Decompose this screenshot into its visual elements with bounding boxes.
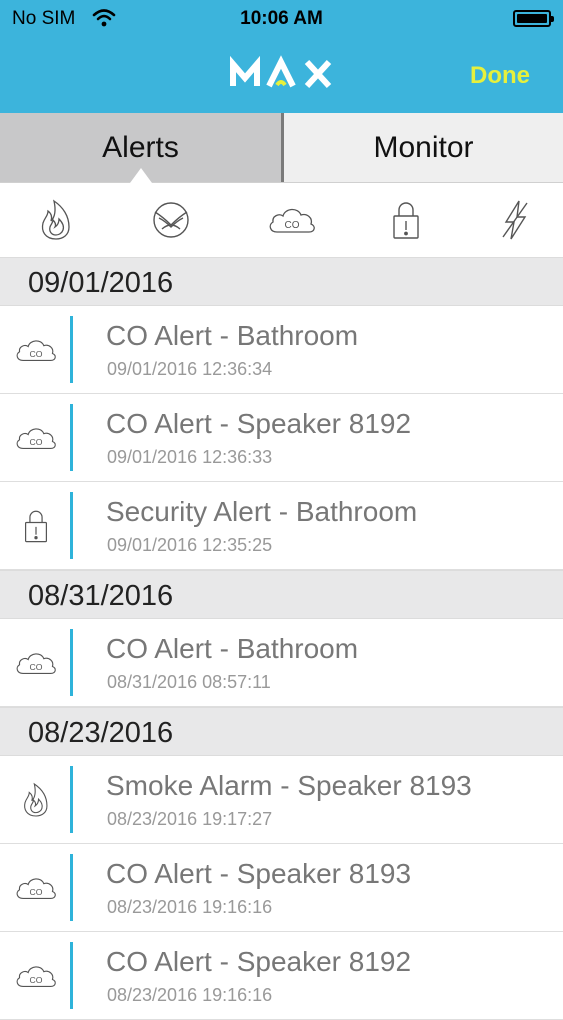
alert-row[interactable]: CO CO Alert - Speaker 8192 09/01/2016 12… <box>0 394 563 482</box>
date-header: 09/01/2016 <box>0 257 563 306</box>
alert-title: CO Alert - Bathroom <box>106 633 359 664</box>
power-icon[interactable] <box>485 183 545 257</box>
date-header-label: 08/23/2016 <box>28 717 174 749</box>
alert-row[interactable]: Security Alert - Bathroom 09/01/2016 12:… <box>0 482 563 570</box>
flood-icon[interactable] <box>141 183 201 257</box>
alert-timestamp: 09/01/2016 12:36:33 <box>107 447 273 467</box>
alert-filter-bar: CO <box>0 183 563 257</box>
alert-row[interactable]: Smoke Alarm - Speaker 8193 08/23/2016 19… <box>0 756 563 844</box>
max-logo <box>230 55 332 89</box>
alert-title: Security Alert - Bathroom <box>106 496 418 527</box>
alert-row[interactable]: CO CO Alert - Speaker 8192 08/23/2016 19… <box>0 932 563 1020</box>
segmented-control: Alerts Monitor <box>0 113 563 183</box>
battery-icon <box>513 10 554 27</box>
alert-accent-bar <box>70 854 73 921</box>
co-icon: CO <box>13 868 59 908</box>
done-button[interactable]: Done <box>470 62 530 90</box>
co-icon: CO <box>13 418 59 458</box>
security-icon[interactable] <box>376 183 436 257</box>
svg-text:CO: CO <box>30 975 43 985</box>
selected-tab-caret <box>130 168 152 183</box>
smoke-icon[interactable] <box>26 183 86 257</box>
alert-accent-bar <box>70 766 73 833</box>
date-header: 08/31/2016 <box>0 570 563 619</box>
alert-title: Smoke Alarm - Speaker 8193 <box>106 770 472 801</box>
alert-timestamp: 09/01/2016 12:36:34 <box>107 359 273 379</box>
co-icon: CO <box>13 956 59 996</box>
tab-monitor[interactable]: Monitor <box>284 113 563 182</box>
alert-timestamp: 08/31/2016 08:57:11 <box>107 672 271 692</box>
date-header: 08/23/2016 <box>0 707 563 756</box>
status-time: 10:06 AM <box>240 8 323 29</box>
smoke-icon <box>13 780 59 820</box>
alert-timestamp: 09/01/2016 12:35:25 <box>107 535 273 555</box>
alert-accent-bar <box>70 492 73 559</box>
svg-text:CO: CO <box>30 662 43 672</box>
alert-row[interactable]: CO CO Alert - Bathroom 09/01/2016 12:36:… <box>0 306 563 394</box>
co-icon[interactable]: CO <box>262 183 322 257</box>
security-icon <box>13 506 59 546</box>
co-icon: CO <box>13 643 59 683</box>
co-icon: CO <box>13 330 59 370</box>
date-header-label: 08/31/2016 <box>28 580 174 612</box>
status-bar: No SIM 10:06 AM <box>0 0 563 38</box>
svg-text:CO: CO <box>30 437 43 447</box>
svg-text:CO: CO <box>285 220 300 231</box>
alert-title: CO Alert - Speaker 8192 <box>106 408 412 439</box>
alert-accent-bar <box>70 942 73 1009</box>
alert-row[interactable]: CO CO Alert - Bathroom 08/31/2016 08:57:… <box>0 619 563 707</box>
svg-text:CO: CO <box>30 349 43 359</box>
app-header: No SIM 10:06 AM Done <box>0 0 563 113</box>
alert-accent-bar <box>70 629 73 696</box>
alert-accent-bar <box>70 404 73 471</box>
date-header-label: 09/01/2016 <box>28 267 174 299</box>
alert-title: CO Alert - Bathroom <box>106 320 359 351</box>
alert-title: CO Alert - Speaker 8193 <box>106 858 412 889</box>
alert-timestamp: 08/23/2016 19:16:16 <box>107 985 273 1005</box>
alert-timestamp: 08/23/2016 19:17:27 <box>107 809 273 829</box>
svg-text:CO: CO <box>30 887 43 897</box>
alert-title: CO Alert - Speaker 8192 <box>106 946 412 977</box>
alert-accent-bar <box>70 316 73 383</box>
alert-timestamp: 08/23/2016 19:16:16 <box>107 897 273 917</box>
alert-row[interactable]: CO CO Alert - Speaker 8193 08/23/2016 19… <box>0 844 563 932</box>
